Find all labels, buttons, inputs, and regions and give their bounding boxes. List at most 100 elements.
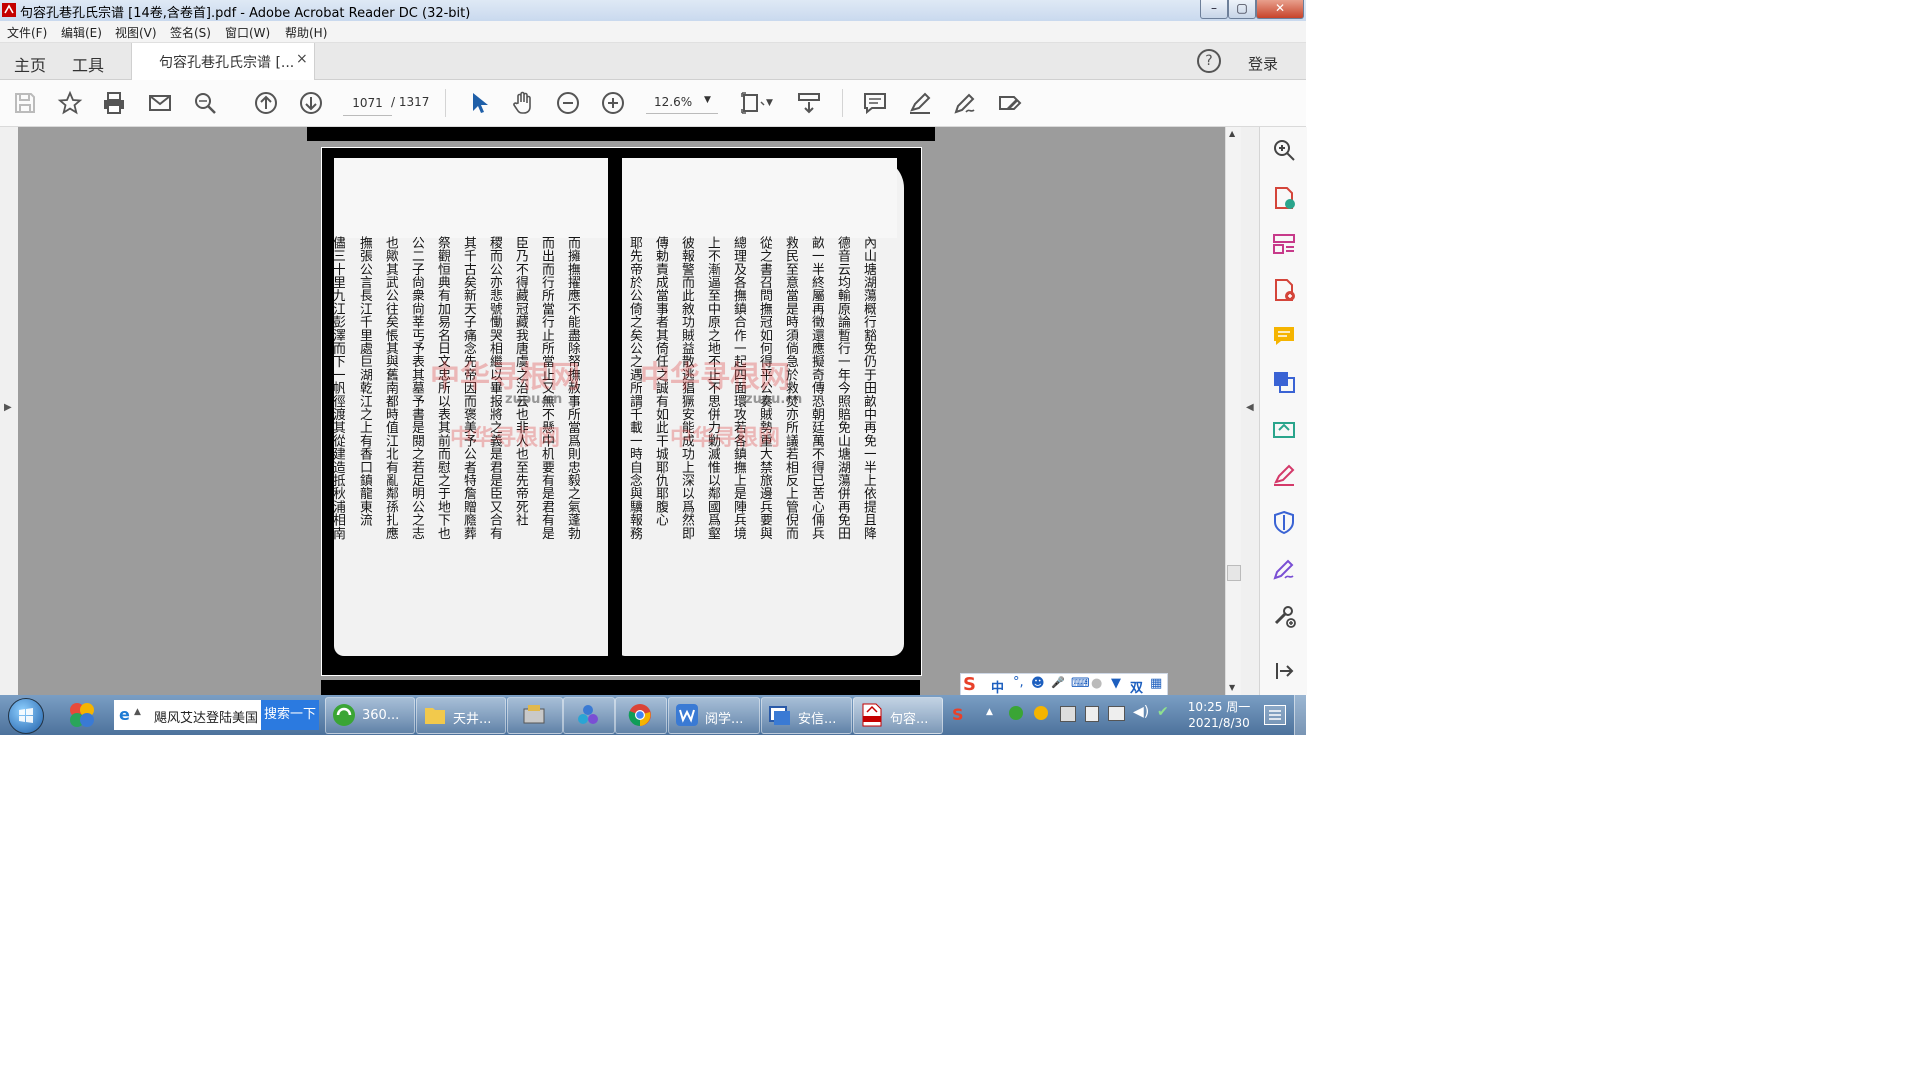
- folder-icon: [423, 703, 447, 727]
- ime-punctuation-toggle[interactable]: °,: [1013, 675, 1024, 690]
- search-icon[interactable]: [192, 90, 218, 116]
- document-tab-label: 句容孔巷孔氏宗谱 [...: [159, 55, 295, 71]
- comment-panel-icon[interactable]: [1271, 323, 1297, 349]
- protect-shield-icon[interactable]: [1271, 509, 1297, 535]
- help-icon[interactable]: ?: [1197, 49, 1221, 73]
- clock-time: 10:25 周一: [1187, 700, 1251, 714]
- search-query: 飓风艾达登陆美国: [154, 711, 259, 726]
- more-tools-icon[interactable]: [1271, 603, 1297, 629]
- show-desktop-button[interactable]: [1294, 695, 1307, 735]
- display-tray-icon[interactable]: [1108, 706, 1125, 721]
- title-bar: 句容孔巷孔氏宗谱 [14卷,含卷首].pdf - Adobe Acrobat R…: [0, 0, 1306, 22]
- menu-sign[interactable]: 签名(S): [170, 24, 211, 41]
- tab-bar: 主页 工具 句容孔巷孔氏宗谱 [... × ? 登录: [0, 43, 1306, 80]
- app-launcher-icon[interactable]: [66, 699, 98, 731]
- close-tab-icon[interactable]: ×: [296, 51, 308, 67]
- maximize-button[interactable]: ▢: [1228, 0, 1256, 19]
- right-pane-toggle[interactable]: ◀: [1241, 127, 1259, 695]
- fill-and-sign-icon[interactable]: [1271, 462, 1297, 488]
- menu-edit[interactable]: 编辑(E): [61, 24, 102, 41]
- convert-icon[interactable]: [1271, 369, 1297, 395]
- ime-menu-icon[interactable]: ▦: [1150, 676, 1162, 691]
- zoom-out-icon[interactable]: [555, 90, 581, 116]
- text-column: 而擁撫擢應不能盡除帑撫赦事所當爲則忠毅之氣蓬勃: [565, 236, 580, 540]
- action-center-icon[interactable]: ✔: [1157, 704, 1169, 720]
- taskbar-item-tool[interactable]: [507, 697, 563, 734]
- taskbar-item-reader[interactable]: 阅学...: [668, 697, 760, 734]
- tab-tools[interactable]: 工具: [72, 52, 104, 76]
- comment-icon[interactable]: [862, 90, 888, 116]
- ime-emoji-icon[interactable]: ☻: [1031, 676, 1045, 691]
- sogou-tray-icon[interactable]: S: [952, 705, 964, 724]
- tab-home[interactable]: 主页: [14, 52, 46, 76]
- scroll-up-arrow[interactable]: ▲: [1229, 129, 1235, 138]
- taskbar-item-photos[interactable]: [563, 697, 615, 734]
- bookmark-star-icon[interactable]: [57, 90, 83, 116]
- sogou-logo-icon[interactable]: S: [963, 674, 985, 696]
- menu-view[interactable]: 视图(V): [115, 24, 157, 41]
- pdf-icon: [860, 703, 884, 727]
- print-icon[interactable]: [101, 90, 127, 116]
- taskbar-item-acrobat[interactable]: 句容...: [853, 697, 943, 734]
- zoom-search-icon[interactable]: [1271, 137, 1297, 163]
- select-tool-icon[interactable]: [466, 90, 492, 116]
- taskbar-item-chrome[interactable]: [615, 697, 667, 734]
- scroll-mode-icon[interactable]: [796, 90, 822, 116]
- request-signature-icon[interactable]: [1271, 556, 1297, 582]
- tab-document[interactable]: 句容孔巷孔氏宗谱 [... ×: [131, 43, 315, 80]
- system-clock[interactable]: 10:25 周一 2021/8/30: [1180, 699, 1258, 731]
- send-for-review-icon[interactable]: [1271, 415, 1297, 441]
- taskbar-item-folder[interactable]: 天井...: [416, 697, 506, 734]
- ime-user-icon[interactable]: ●: [1091, 676, 1102, 691]
- show-desktop-icon[interactable]: [1264, 705, 1286, 725]
- show-hidden-icons[interactable]: ▲: [986, 707, 993, 717]
- previous-page-icon[interactable]: [253, 90, 279, 116]
- chevron-down-icon[interactable]: ▼: [766, 98, 773, 108]
- expand-left-panel-icon[interactable]: ▶: [4, 402, 12, 413]
- login-link[interactable]: 登录: [1248, 53, 1278, 74]
- zoom-level-dropdown[interactable]: 12.6% ▼: [646, 91, 718, 114]
- ime-fullwidth-toggle[interactable]: 双: [1130, 677, 1143, 696]
- email-icon[interactable]: [147, 90, 173, 116]
- fit-page-icon[interactable]: [739, 90, 765, 116]
- watermark: 中华寻根网: [450, 426, 561, 451]
- sign-icon[interactable]: [952, 90, 978, 116]
- save-icon[interactable]: [12, 90, 38, 116]
- taskbar-item-anxin[interactable]: 安信...: [761, 697, 852, 734]
- ime-keyboard-icon[interactable]: ⌨: [1071, 676, 1090, 691]
- collapse-tools-icon[interactable]: [1271, 658, 1297, 684]
- close-button[interactable]: ✕: [1256, 0, 1304, 19]
- minimize-button[interactable]: –: [1200, 0, 1228, 19]
- toolbar: / 1317 12.6% ▼ ▼: [0, 80, 1306, 127]
- collapse-right-panel-icon[interactable]: ◀: [1246, 402, 1254, 413]
- start-button[interactable]: [8, 698, 44, 734]
- scrollbar-thumb[interactable]: [1227, 565, 1241, 581]
- scroll-down-arrow[interactable]: ▼: [1229, 683, 1235, 692]
- taskbar-item-360[interactable]: 360...: [325, 697, 415, 734]
- menu-file[interactable]: 文件(F): [7, 24, 47, 41]
- toolbar-divider: [842, 89, 843, 117]
- 360-tray-icon[interactable]: [1009, 706, 1023, 720]
- ime-skin-icon[interactable]: ▼: [1111, 676, 1121, 691]
- organize-pages-icon[interactable]: [1271, 231, 1297, 257]
- vertical-scrollbar[interactable]: ▲ ▼: [1225, 127, 1242, 695]
- hand-tool-icon[interactable]: [510, 90, 536, 116]
- export-pdf-icon[interactable]: [1271, 277, 1297, 303]
- menu-help[interactable]: 帮助(H): [285, 24, 327, 41]
- security-tray-icon[interactable]: [1034, 706, 1048, 720]
- ime-language-toggle[interactable]: 中: [991, 677, 1004, 696]
- search-box[interactable]: e ▲ 飓风艾达登陆美国: [114, 700, 261, 730]
- next-page-icon[interactable]: [298, 90, 324, 116]
- zoom-in-icon[interactable]: [600, 90, 626, 116]
- page-number-input[interactable]: [343, 91, 392, 116]
- network-tray-icon[interactable]: [1060, 706, 1076, 722]
- search-button[interactable]: 搜索一下: [261, 700, 319, 730]
- fill-sign-icon[interactable]: [997, 90, 1023, 116]
- ime-voice-icon[interactable]: 🎤: [1051, 676, 1065, 689]
- highlight-icon[interactable]: [907, 90, 933, 116]
- ime-toolbar: S 中 °, ☻ 🎤 ⌨ ● ▼ 双 ▦: [960, 673, 1168, 697]
- menu-window[interactable]: 窗口(W): [225, 24, 270, 41]
- volume-icon[interactable]: ◀): [1133, 704, 1149, 720]
- create-pdf-icon[interactable]: [1271, 185, 1297, 211]
- device-tray-icon[interactable]: [1085, 706, 1099, 722]
